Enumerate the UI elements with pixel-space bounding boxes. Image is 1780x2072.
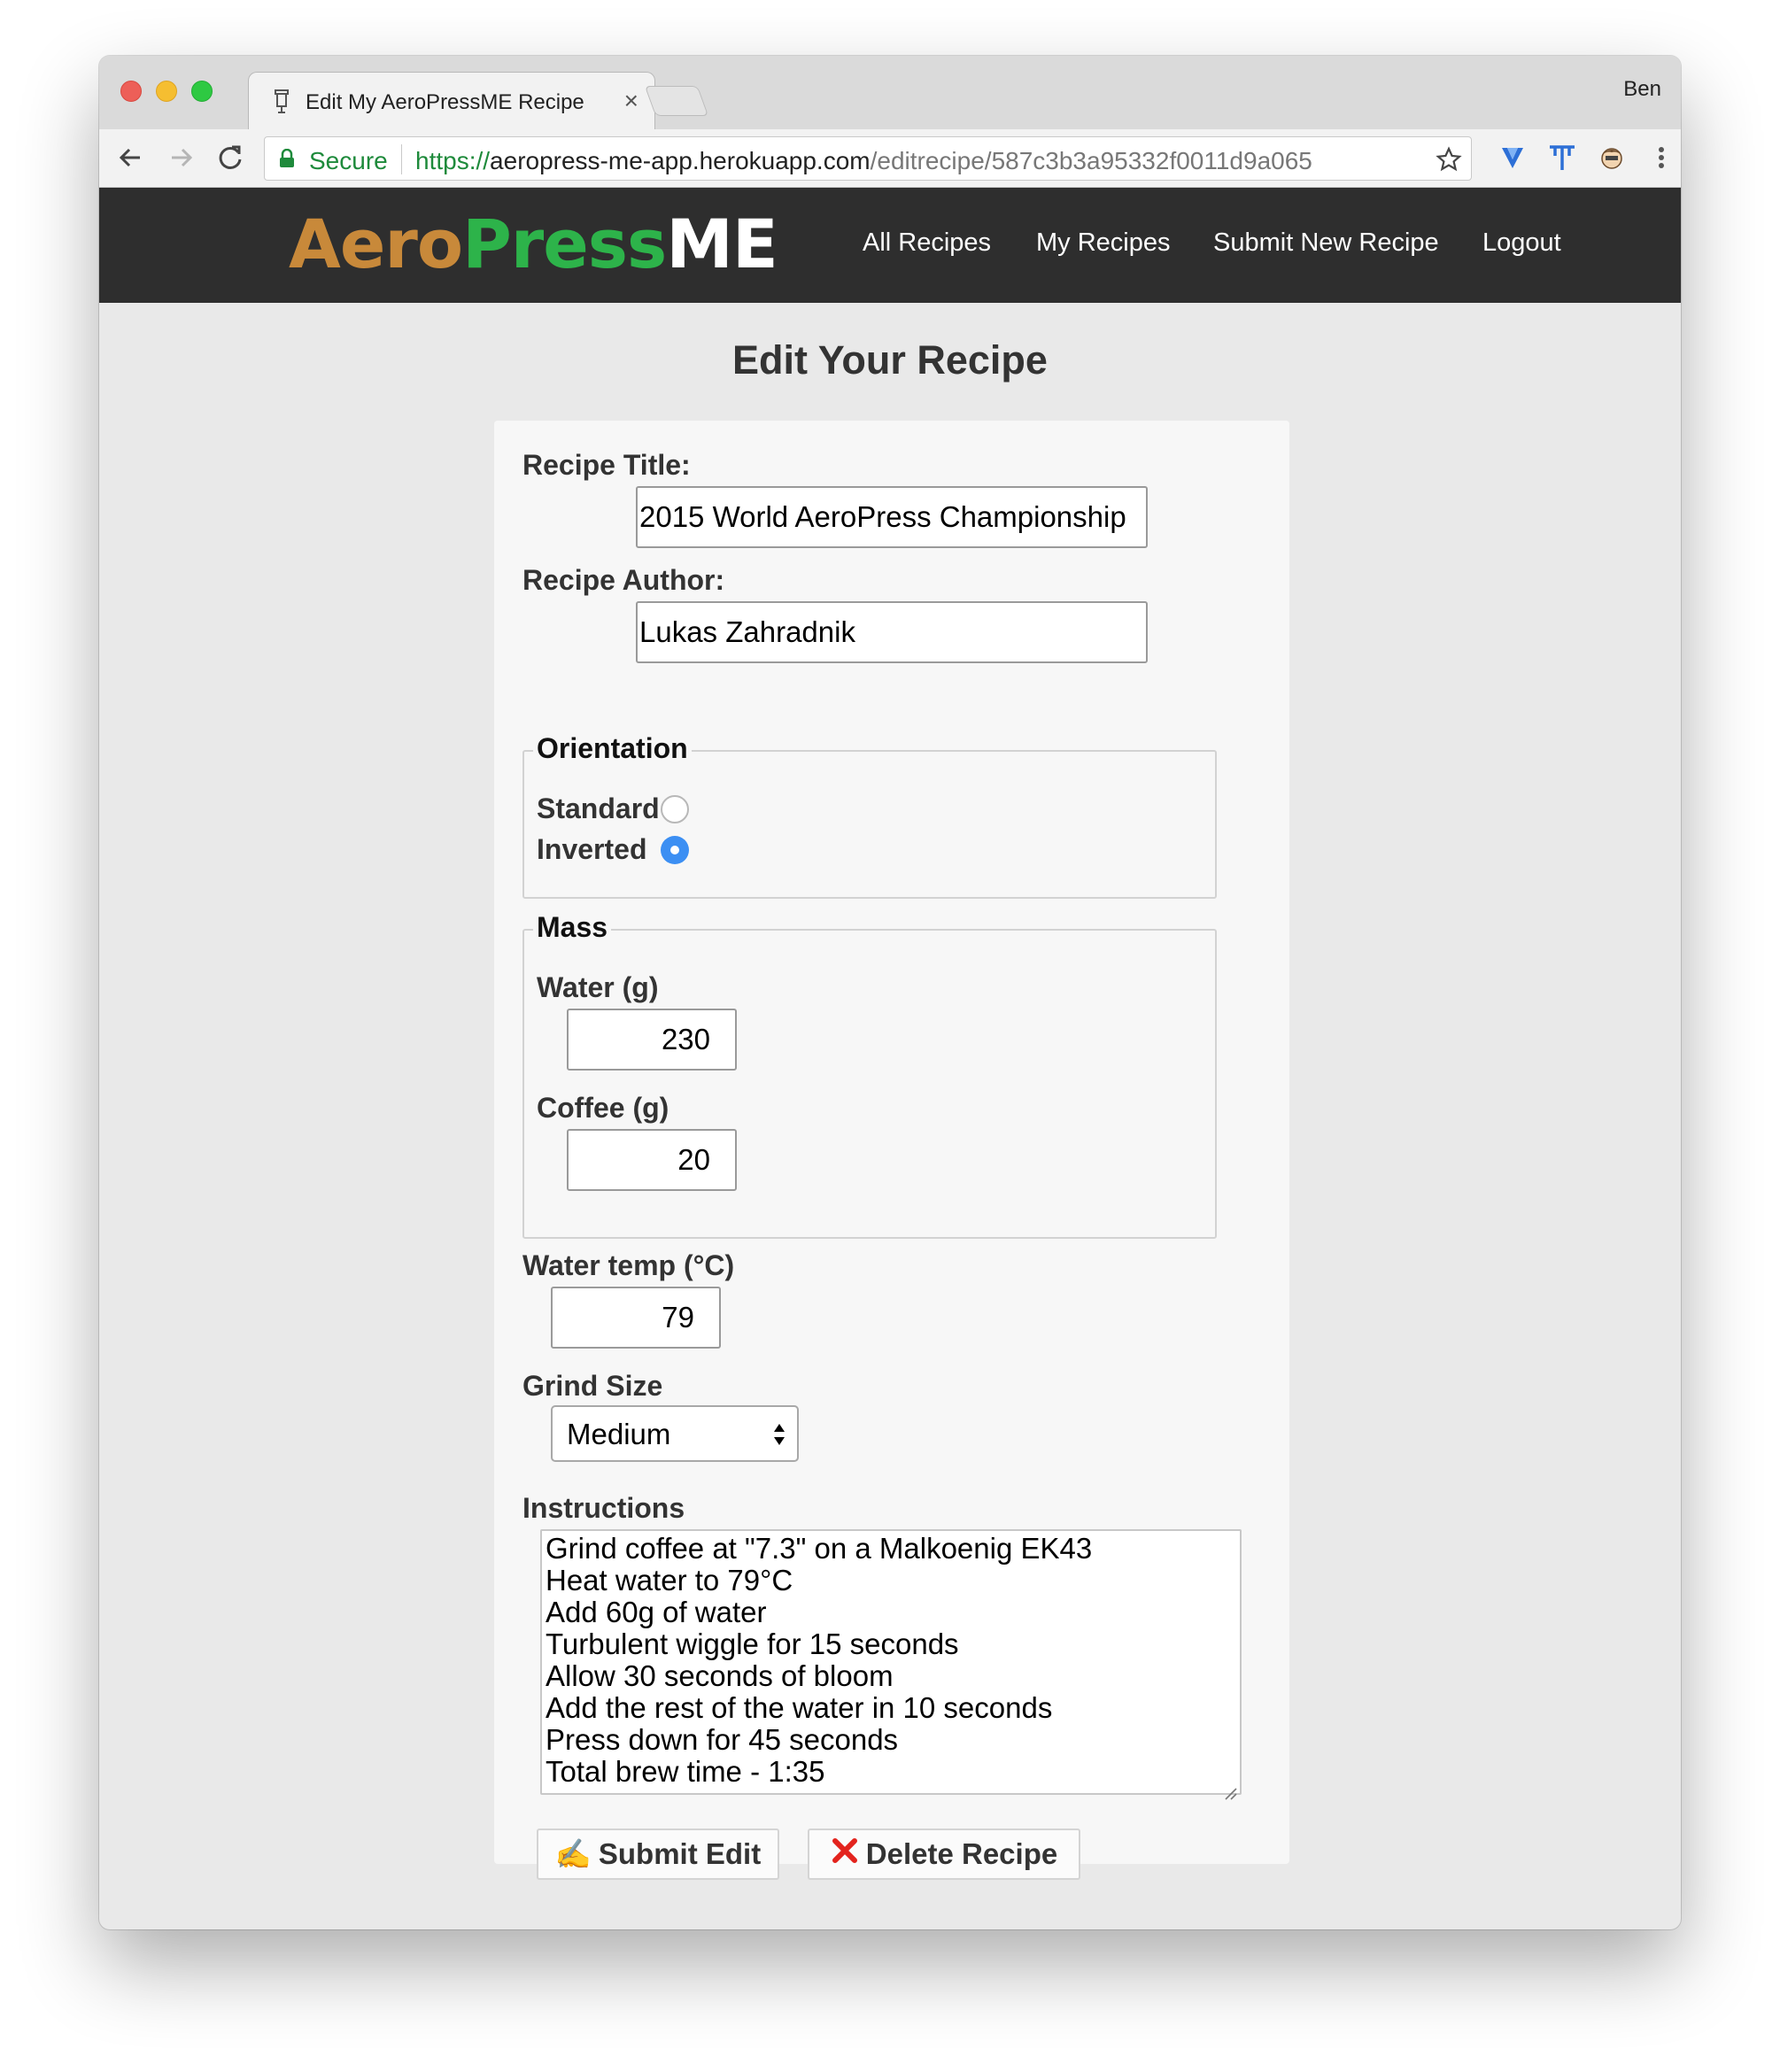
instruction-line: Allow 30 seconds of bloom xyxy=(546,1659,894,1692)
logo-press: Press xyxy=(462,205,667,283)
water-temp-input[interactable] xyxy=(551,1287,721,1349)
writing-hand-icon: ✍ xyxy=(554,1836,592,1870)
browser-window: Edit My AeroPressME Recipe × Ben Secure … xyxy=(99,56,1681,1929)
secure-label[interactable]: Secure xyxy=(309,147,388,175)
water-mass-label: Water (g) xyxy=(537,971,659,1003)
page-title: Edit Your Recipe xyxy=(732,337,1048,383)
nav-logout[interactable]: Logout xyxy=(1482,228,1561,258)
submit-edit-button[interactable]: ✍ Submit Edit xyxy=(537,1828,779,1880)
translate-extension-icon[interactable] xyxy=(1546,142,1578,174)
url-path: /editrecipe/587c3b3a95332f0011d9a065 xyxy=(870,147,1312,174)
edit-recipe-form: Recipe Title: Recipe Author: Orientation… xyxy=(494,421,1289,1880)
browser-toolbar: Secure https://aeropress-me-app.herokuap… xyxy=(99,129,1681,188)
grind-size-label: Grind Size xyxy=(522,1370,663,1402)
water-temp-label: Water temp (°C) xyxy=(522,1249,735,1281)
instruction-line: Add the rest of the water in 10 seconds xyxy=(546,1691,1053,1724)
profile-name[interactable]: Ben xyxy=(1623,77,1661,102)
logo-me: ME xyxy=(666,205,778,283)
nav-all-recipes[interactable]: All Recipes xyxy=(863,228,991,258)
recipe-author-input[interactable] xyxy=(636,601,1148,663)
window-maximize-button[interactable] xyxy=(191,81,213,102)
url-host: aeropress-me-app.herokuapp.com xyxy=(490,147,871,174)
url-scheme: https:// xyxy=(415,147,491,174)
new-tab-button[interactable] xyxy=(644,86,709,116)
tab-close-icon[interactable]: × xyxy=(624,88,638,114)
recipe-author-label: Recipe Author: xyxy=(522,564,725,596)
browser-tab[interactable]: Edit My AeroPressME Recipe × xyxy=(248,72,655,130)
vimium-extension-icon[interactable] xyxy=(1497,142,1528,174)
url-text[interactable]: https://aeropress-me-app.herokuapp.com/e… xyxy=(415,147,1312,175)
forward-arrow-icon[interactable] xyxy=(165,142,197,174)
instruction-line: Add 60g of water xyxy=(546,1596,767,1628)
bookmark-star-icon[interactable] xyxy=(1436,146,1462,173)
lock-icon xyxy=(279,148,295,168)
coffee-mass-input[interactable] xyxy=(567,1129,737,1191)
browser-menu-icon[interactable] xyxy=(1645,142,1677,174)
reload-icon[interactable] xyxy=(214,142,246,174)
nav-submit-new-recipe[interactable]: Submit New Recipe xyxy=(1213,228,1439,258)
water-mass-input[interactable] xyxy=(567,1009,737,1071)
address-divider xyxy=(401,144,402,174)
instruction-line: Turbulent wiggle for 15 seconds xyxy=(546,1627,959,1660)
recipe-title-label: Recipe Title: xyxy=(522,449,691,481)
logo-aero: Aero xyxy=(289,205,463,283)
aeropressme-logo[interactable]: AeroPressME xyxy=(289,207,778,282)
resize-grip-icon[interactable] xyxy=(1222,1775,1238,1800)
address-bar[interactable]: Secure https://aeropress-me-app.herokuap… xyxy=(264,136,1472,181)
coffee-mass-label: Coffee (g) xyxy=(537,1092,669,1124)
instruction-line: Total brew time - 1:35 xyxy=(546,1755,825,1788)
grind-size-select[interactable]: Medium xyxy=(551,1405,799,1462)
nav-my-recipes[interactable]: My Recipes xyxy=(1036,228,1171,258)
window-minimize-button[interactable] xyxy=(156,81,177,102)
orientation-inverted-label[interactable]: Inverted xyxy=(537,833,646,866)
back-arrow-icon[interactable] xyxy=(115,142,147,174)
tab-strip: Edit My AeroPressME Recipe × Ben xyxy=(99,56,1681,130)
site-navbar: AeroPressME All Recipes My Recipes Submi… xyxy=(99,188,1681,303)
orientation-legend: Orientation xyxy=(533,732,692,765)
orientation-standard-label[interactable]: Standard xyxy=(537,792,660,825)
select-arrows-icon xyxy=(772,1419,786,1450)
orientation-standard-radio[interactable] xyxy=(661,795,689,823)
character-extension-icon[interactable] xyxy=(1596,142,1628,174)
tab-title: Edit My AeroPressME Recipe xyxy=(306,90,584,114)
mass-legend: Mass xyxy=(533,911,612,944)
orientation-inverted-radio[interactable] xyxy=(661,836,689,864)
delete-recipe-button[interactable]: Delete Recipe xyxy=(808,1828,1080,1880)
recipe-title-input[interactable] xyxy=(636,486,1148,548)
aeropress-favicon-icon xyxy=(270,89,293,115)
delete-recipe-label: Delete Recipe xyxy=(865,1837,1058,1870)
instruction-line: Grind coffee at "7.3" on a Malkoenig EK4… xyxy=(546,1532,1093,1565)
instructions-textarea[interactable]: Grind coffee at "7.3" on a Malkoenig EK4… xyxy=(540,1529,1242,1800)
instructions-label: Instructions xyxy=(522,1492,685,1524)
window-close-button[interactable] xyxy=(120,81,142,102)
instruction-line: Heat water to 79°C xyxy=(546,1564,793,1597)
grind-size-value: Medium xyxy=(567,1418,671,1450)
submit-edit-label: Submit Edit xyxy=(598,1837,762,1870)
delete-x-icon xyxy=(831,1836,859,1872)
instruction-line: Press down for 45 seconds xyxy=(546,1723,899,1756)
